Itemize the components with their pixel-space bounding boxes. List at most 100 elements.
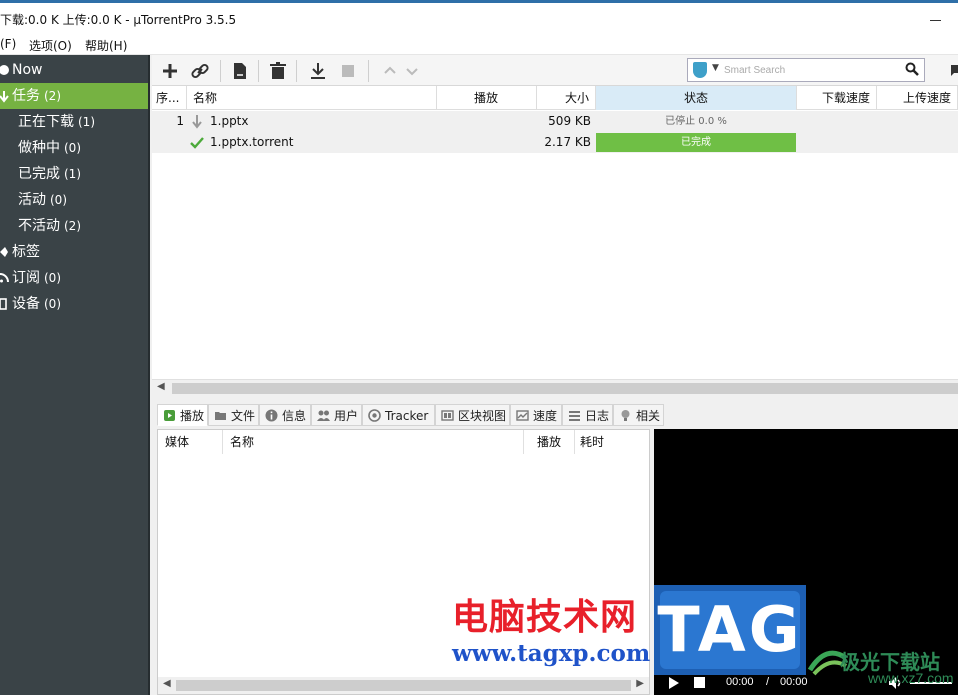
sidebar-item-label: 设备 [12, 296, 40, 312]
sidebar-item-seeding[interactable]: 做种中 (0) [0, 135, 150, 161]
torrent-list-header: 序... 名称 播放 大小 状态 下载速度 上传速度 [152, 86, 958, 110]
row-index: 1 [176, 114, 184, 128]
lightbulb-icon [621, 410, 630, 421]
menu-file[interactable]: (F) [0, 37, 16, 51]
scroll-left-icon[interactable]: ◀ [157, 381, 165, 392]
tag-icon [0, 247, 8, 257]
tab-pieces[interactable]: 区块视图 [435, 404, 510, 426]
column-size[interactable]: 大小 [537, 86, 596, 110]
remove-trash-icon[interactable] [266, 59, 290, 83]
sidebar-item-torrents[interactable]: 任务 (2) [0, 83, 150, 109]
start-download-icon[interactable] [306, 59, 330, 83]
menu-options[interactable]: 选项(O) [29, 37, 72, 54]
sidebar-item-downloading[interactable]: 正在下载 (1) [0, 109, 150, 135]
sidebar-item-count: (2) [44, 89, 61, 103]
create-torrent-icon[interactable] [228, 59, 252, 83]
now-icon [0, 65, 9, 75]
minimize-button[interactable] [926, 9, 946, 29]
sidebar-item-count: (2) [64, 219, 81, 233]
play-icon[interactable] [669, 677, 679, 689]
move-up-icon[interactable] [378, 59, 402, 83]
torrent-list: 序... 名称 播放 大小 状态 下载速度 上传速度 1 1.pptx 509 … [152, 86, 958, 396]
sidebar-item-now[interactable]: Now [0, 57, 150, 83]
tab-log[interactable]: 日志 [562, 404, 613, 426]
toolbar-separator [258, 60, 259, 82]
add-url-link-icon[interactable] [188, 59, 212, 83]
sidebar-item-label: 已完成 [18, 166, 60, 182]
sidebar: Now 任务 (2) 正在下载 (1) 做种中 (0) 已完成 (1) 活动 (0) 不活… [0, 55, 150, 695]
add-torrent-icon[interactable] [158, 59, 182, 83]
column-name[interactable]: 名称 [187, 86, 437, 110]
torrent-list-scrollbar[interactable]: ◀ [152, 379, 958, 396]
column-index[interactable]: 序... [152, 86, 187, 110]
playlist-column-media[interactable]: 媒体 [158, 430, 223, 454]
pieces-icon [441, 410, 454, 421]
arrow-down-icon [0, 91, 9, 103]
row-index [152, 132, 184, 153]
tab-peers[interactable]: 用户 [311, 404, 362, 426]
tab-label: 播放 [180, 409, 205, 423]
total-time: 00:00 [780, 676, 808, 688]
sidebar-item-label: 标签 [12, 244, 40, 260]
tab-label: 日志 [585, 409, 610, 423]
row-size: 509 KB [548, 114, 591, 128]
playlist-column-name[interactable]: 名称 [223, 430, 524, 454]
chat-icon[interactable] [948, 62, 958, 78]
search-input[interactable] [724, 61, 902, 79]
scroll-right-icon[interactable]: ▶ [636, 678, 644, 689]
sidebar-item-active[interactable]: 活动 (0) [0, 187, 150, 213]
tab-label: 文件 [231, 409, 256, 423]
sidebar-divider[interactable] [148, 55, 150, 695]
search-icon[interactable] [905, 62, 919, 76]
table-row[interactable]: 1.pptx.torrent 2.17 KB 已完成 [152, 132, 958, 153]
sidebar-item-completed[interactable]: 已完成 (1) [0, 161, 150, 187]
chevron-down-icon[interactable]: ▼ [712, 63, 719, 73]
tracker-icon [368, 409, 381, 422]
sidebar-item-inactive[interactable]: 不活动 (2) [0, 213, 150, 239]
watermark-site-cn: 电脑技术网 [452, 597, 638, 638]
tab-files[interactable]: 文件 [208, 404, 259, 426]
sidebar-item-labels[interactable]: 标签 [0, 239, 150, 265]
tab-label: 信息 [282, 409, 307, 423]
detail-tabs: 播放 文件 信息 用户 Tracker 区块视图 速度 日志 相关 [152, 402, 958, 428]
watermark-jg-url: www.xz7.com [868, 670, 954, 686]
tab-label: 速度 [533, 409, 558, 423]
sidebar-item-devices[interactable]: 设备 (0) [0, 291, 150, 317]
column-play[interactable]: 播放 [437, 86, 537, 110]
tag-logo-text: TAG [657, 593, 803, 666]
tab-info[interactable]: 信息 [259, 404, 311, 426]
sidebar-item-count: (0) [64, 141, 81, 155]
shield-icon[interactable] [693, 62, 707, 78]
menu-help[interactable]: 帮助(H) [85, 37, 127, 54]
tab-label: Tracker [385, 409, 429, 423]
sidebar-item-feeds[interactable]: 订阅 (0) [0, 265, 150, 291]
tab-label: 用户 [334, 409, 359, 423]
scroll-thumb[interactable] [172, 383, 958, 394]
column-upload-speed[interactable]: 上传速度 [877, 86, 958, 110]
sidebar-item-label: 正在下载 [18, 114, 74, 130]
sidebar-item-count: (1) [78, 115, 95, 129]
move-down-icon[interactable] [400, 59, 424, 83]
table-row[interactable]: 1 1.pptx 509 KB 已停止 0.0 % [152, 111, 958, 132]
row-name: 1.pptx.torrent [210, 135, 294, 149]
stop-icon[interactable] [694, 677, 705, 688]
window-title: 下载:0.0 K 上传:0.0 K - µTorrentPro 3.5.5 [0, 13, 237, 27]
tab-play[interactable]: 播放 [157, 404, 208, 426]
row-size: 2.17 KB [544, 135, 591, 149]
playlist-scrollbar[interactable]: ◀ ▶ [158, 677, 649, 694]
tab-related[interactable]: 相关 [613, 404, 664, 426]
column-download-speed[interactable]: 下载速度 [797, 86, 877, 110]
stop-icon[interactable] [336, 59, 360, 83]
playlist-column-duration[interactable]: 耗时 [575, 430, 649, 454]
playlist-column-play[interactable]: 播放 [524, 430, 575, 454]
tab-tracker[interactable]: Tracker [362, 404, 435, 426]
sidebar-item-label: Now [12, 62, 43, 78]
sidebar-item-label: 做种中 [18, 140, 60, 156]
smart-search: ▼ [687, 58, 925, 82]
menu-bar: (F) 选项(O) 帮助(H) [0, 33, 958, 55]
scroll-thumb[interactable] [176, 680, 631, 691]
scroll-left-icon[interactable]: ◀ [163, 678, 171, 689]
column-status[interactable]: 状态 [596, 86, 797, 110]
tab-speed[interactable]: 速度 [510, 404, 562, 426]
log-icon [569, 411, 580, 421]
